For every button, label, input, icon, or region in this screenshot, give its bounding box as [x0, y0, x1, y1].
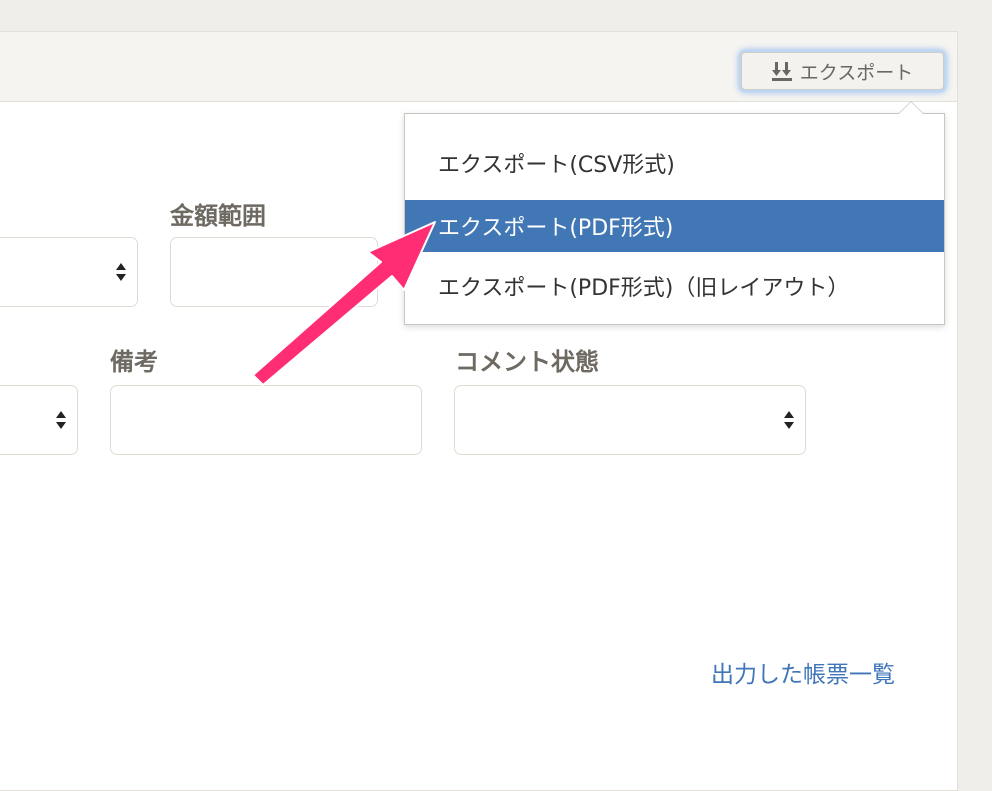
select-updown-icon	[56, 411, 66, 429]
export-button-label: エクスポート	[799, 61, 914, 84]
panel-header: エクスポート	[0, 32, 957, 102]
export-download-icon	[771, 60, 794, 82]
output-list-link[interactable]: 出力した帳票一覧	[711, 655, 895, 689]
comment-status-label: コメント状態	[455, 348, 599, 376]
memo-input[interactable]	[110, 385, 422, 455]
amount-range-label: 金額範囲	[170, 202, 266, 230]
menu-item-export-pdf[interactable]: エクスポート(PDF形式)	[405, 200, 944, 252]
menu-item-export-csv[interactable]: エクスポート(CSV形式)	[405, 137, 944, 189]
amount-range-input[interactable]	[170, 237, 378, 307]
select-updown-icon	[784, 411, 794, 429]
comment-status-select[interactable]	[454, 385, 806, 455]
export-dropdown-menu: エクスポート(CSV形式) エクスポート(PDF形式) エクスポート(PDF形式…	[404, 101, 945, 325]
export-button[interactable]: エクスポート	[741, 52, 944, 90]
select-updown-icon	[116, 263, 126, 281]
left-select-row1[interactable]	[0, 237, 138, 307]
left-select-row2[interactable]	[0, 385, 78, 455]
memo-label: 備考	[110, 348, 158, 376]
page-gutter	[958, 0, 992, 774]
menu-item-export-pdf-old-layout[interactable]: エクスポート(PDF形式)（旧レイアウト）	[405, 260, 944, 312]
